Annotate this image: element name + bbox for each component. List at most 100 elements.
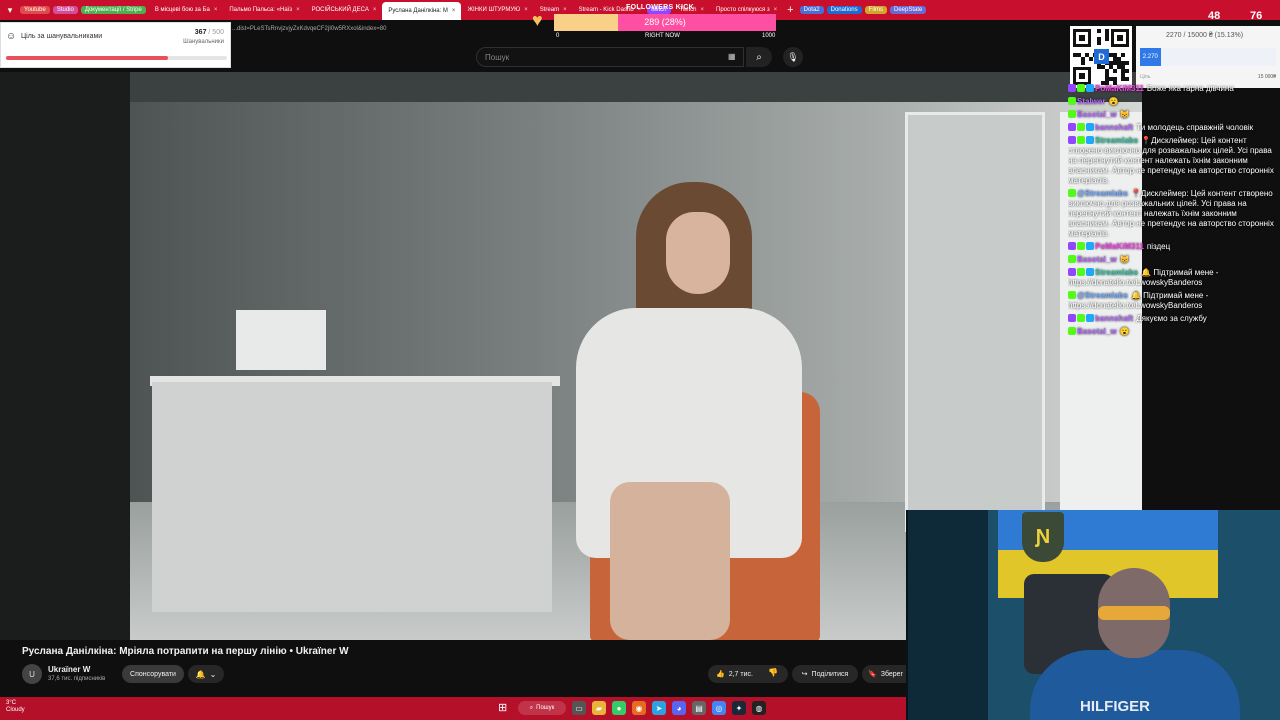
weather-widget[interactable]: 3°C Cloudy bbox=[6, 700, 25, 714]
browser-tab[interactable]: РОСІЙСЬКИЙ ДЕСА × bbox=[306, 2, 383, 18]
channel-avatar[interactable]: U bbox=[22, 664, 42, 684]
bookmark-item[interactable]: Dota2 bbox=[799, 6, 824, 14]
discord-icon[interactable]: ◕ bbox=[672, 701, 686, 715]
goal-target: / 500 bbox=[208, 29, 224, 36]
notifications-button[interactable]: 🔔 ⌄ bbox=[188, 665, 224, 683]
close-tab-icon[interactable]: × bbox=[214, 7, 218, 13]
qr-finder bbox=[1073, 29, 1091, 47]
start-icon[interactable]: ⊞ bbox=[498, 701, 507, 714]
qr-module bbox=[1125, 61, 1129, 65]
chat-username[interactable]: PoMaKiM311 bbox=[1095, 242, 1144, 251]
qr-module bbox=[1097, 37, 1101, 41]
address-bar[interactable]: ...dist=PLeSTsRnvjzvjyZxKdvqeCF2jI0w5RXx… bbox=[232, 26, 386, 32]
taskbar-search[interactable]: ⌕ Пошук bbox=[518, 701, 566, 715]
chat-text: 😮 bbox=[1108, 97, 1119, 106]
channel-name[interactable]: Ukraїner W bbox=[48, 665, 90, 674]
qr-finder bbox=[1111, 29, 1129, 47]
tab-label: Руслана Данілкіна: М bbox=[388, 8, 448, 14]
qr-module bbox=[1097, 65, 1101, 69]
followers-kick-max: 1000 bbox=[762, 33, 776, 39]
chat-username[interactable]: bannshaft bbox=[1095, 123, 1133, 132]
follower-icon: ☺ bbox=[6, 31, 17, 42]
donation-goal-widget: 2270 / 15000 ₴ (15.13%) 2.270 Ціль 15 00… bbox=[1136, 26, 1280, 88]
cam-emblem: Ɲ bbox=[1022, 512, 1064, 562]
bookmark-item[interactable]: DeepState bbox=[890, 6, 927, 14]
chrome-icon[interactable]: ◎ bbox=[712, 701, 726, 715]
chat-message: PoMaKiM311 Боже яка гарна дівчина bbox=[1068, 84, 1280, 94]
bookmark-item[interactable]: Документації / Stripe bbox=[80, 6, 146, 14]
bookmark-item[interactable]: Donations bbox=[826, 6, 862, 14]
chat-text: 😸 bbox=[1119, 110, 1130, 119]
chat-username[interactable]: Stalwer bbox=[1077, 97, 1105, 106]
sub-badge-icon bbox=[1086, 123, 1094, 131]
close-tab-icon[interactable]: × bbox=[296, 7, 300, 13]
followers-kick-value: 289 (28%) bbox=[644, 17, 686, 27]
tab-menu-icon[interactable]: ▾ bbox=[2, 2, 18, 18]
qr-module bbox=[1113, 69, 1117, 73]
obs-icon[interactable]: ● bbox=[612, 701, 626, 715]
qr-module bbox=[1109, 77, 1113, 81]
firefox-icon[interactable]: ◉ bbox=[632, 701, 646, 715]
chat-username[interactable]: bannshaft bbox=[1095, 314, 1133, 323]
chat-message: Stalwer 😮 bbox=[1068, 97, 1280, 107]
search-input[interactable]: Пошук bbox=[476, 47, 744, 67]
qr-module bbox=[1125, 69, 1129, 73]
chat-text: Ти молодець справжній чоловік bbox=[1136, 123, 1254, 132]
chat-username[interactable]: Basotal_w bbox=[1077, 255, 1117, 264]
file-explorer-icon[interactable]: ▰ bbox=[592, 701, 606, 715]
close-tab-icon[interactable]: × bbox=[774, 7, 778, 13]
heart-icon: ♥ bbox=[532, 10, 543, 30]
browser-tab[interactable]: В місцеві бою за Ба × bbox=[149, 2, 224, 18]
browser-tab[interactable]: Руслана Данілкіна: М × bbox=[382, 2, 462, 20]
task-view-icon[interactable]: ▭ bbox=[572, 701, 586, 715]
bookmark-item[interactable]: Studio bbox=[52, 6, 78, 14]
sponsor-button[interactable]: Спонсорувати bbox=[122, 665, 184, 683]
close-tab-icon[interactable]: × bbox=[373, 7, 377, 13]
voice-search-button[interactable]: 🎙 bbox=[783, 47, 803, 67]
chat-username[interactable]: Basotal_w bbox=[1077, 110, 1117, 119]
share-button[interactable]: ↪ Поділитися bbox=[792, 665, 858, 683]
followers-kick-mid: RIGHT NOW bbox=[645, 33, 680, 39]
chat-username[interactable]: Streamlabs bbox=[1095, 136, 1138, 145]
subscriber-goal-widget: ☺ Ціль за шанувальниками 367 / 500 Шанув… bbox=[0, 22, 231, 68]
qr-finder bbox=[1073, 67, 1091, 85]
video-person-face bbox=[666, 212, 730, 294]
kick-badge-icon bbox=[1077, 123, 1085, 131]
browser-tab[interactable]: Пальмо Пальса: «Наїз × bbox=[223, 2, 305, 18]
bell-icon: 🔔 bbox=[195, 669, 206, 679]
goal-progress-bar bbox=[6, 56, 227, 60]
steam-icon[interactable]: ✦ bbox=[732, 701, 746, 715]
chat-username[interactable]: Basotal_w bbox=[1077, 327, 1117, 336]
tab-label: Просто спілкуюся з bbox=[716, 7, 770, 13]
chat-username[interactable]: Streamlabs bbox=[1095, 268, 1138, 277]
chat-username[interactable]: @Streamlabs bbox=[1077, 291, 1128, 300]
save-button[interactable]: 🔖 Зберег bbox=[862, 665, 912, 683]
chat-message: @Streamlabs 📍Дисклеймер: Цей контент ство… bbox=[1068, 189, 1280, 239]
close-tab-icon[interactable]: × bbox=[563, 7, 567, 13]
browser-tab[interactable]: ЖІНКИ ШТУРМУЮ × bbox=[461, 2, 533, 18]
qr-module bbox=[1105, 33, 1109, 37]
chat-username[interactable]: @Streamlabs bbox=[1077, 189, 1128, 198]
close-tab-icon[interactable]: × bbox=[452, 8, 456, 14]
new-tab-icon[interactable]: + bbox=[787, 4, 793, 16]
taskbar-apps: ▭ ▰ ● ◉ ➤ ◕ ▤ ◎ ✦ ◍ bbox=[572, 701, 766, 715]
kick-viewer-count: 76 bbox=[1250, 10, 1263, 22]
obs-studio-icon[interactable]: ◍ bbox=[752, 701, 766, 715]
calculator-icon[interactable]: ▤ bbox=[692, 701, 706, 715]
chat-username[interactable]: PoMaKiM311 bbox=[1095, 84, 1144, 93]
share-label: Поділитися bbox=[811, 670, 849, 678]
kick-badge-icon bbox=[1068, 327, 1076, 335]
goal-count: 367 / 500 bbox=[195, 29, 224, 36]
bookmark-item[interactable]: Youtube bbox=[20, 6, 50, 14]
telegram-icon[interactable]: ➤ bbox=[652, 701, 666, 715]
qr-module bbox=[1121, 73, 1125, 77]
kick-badge-icon bbox=[1068, 97, 1076, 105]
chat-message: PoMaKiM311 піздец bbox=[1068, 242, 1280, 252]
bookmark-item[interactable]: Films bbox=[864, 6, 887, 14]
tw-badge-icon bbox=[1068, 268, 1076, 276]
dislike-button[interactable]: 👎 bbox=[768, 668, 778, 677]
search-button[interactable]: ⌕ bbox=[746, 47, 772, 67]
close-tab-icon[interactable]: × bbox=[524, 7, 528, 13]
keyboard-icon[interactable]: ▦ bbox=[728, 52, 736, 61]
close-tab-icon[interactable]: × bbox=[701, 7, 705, 13]
